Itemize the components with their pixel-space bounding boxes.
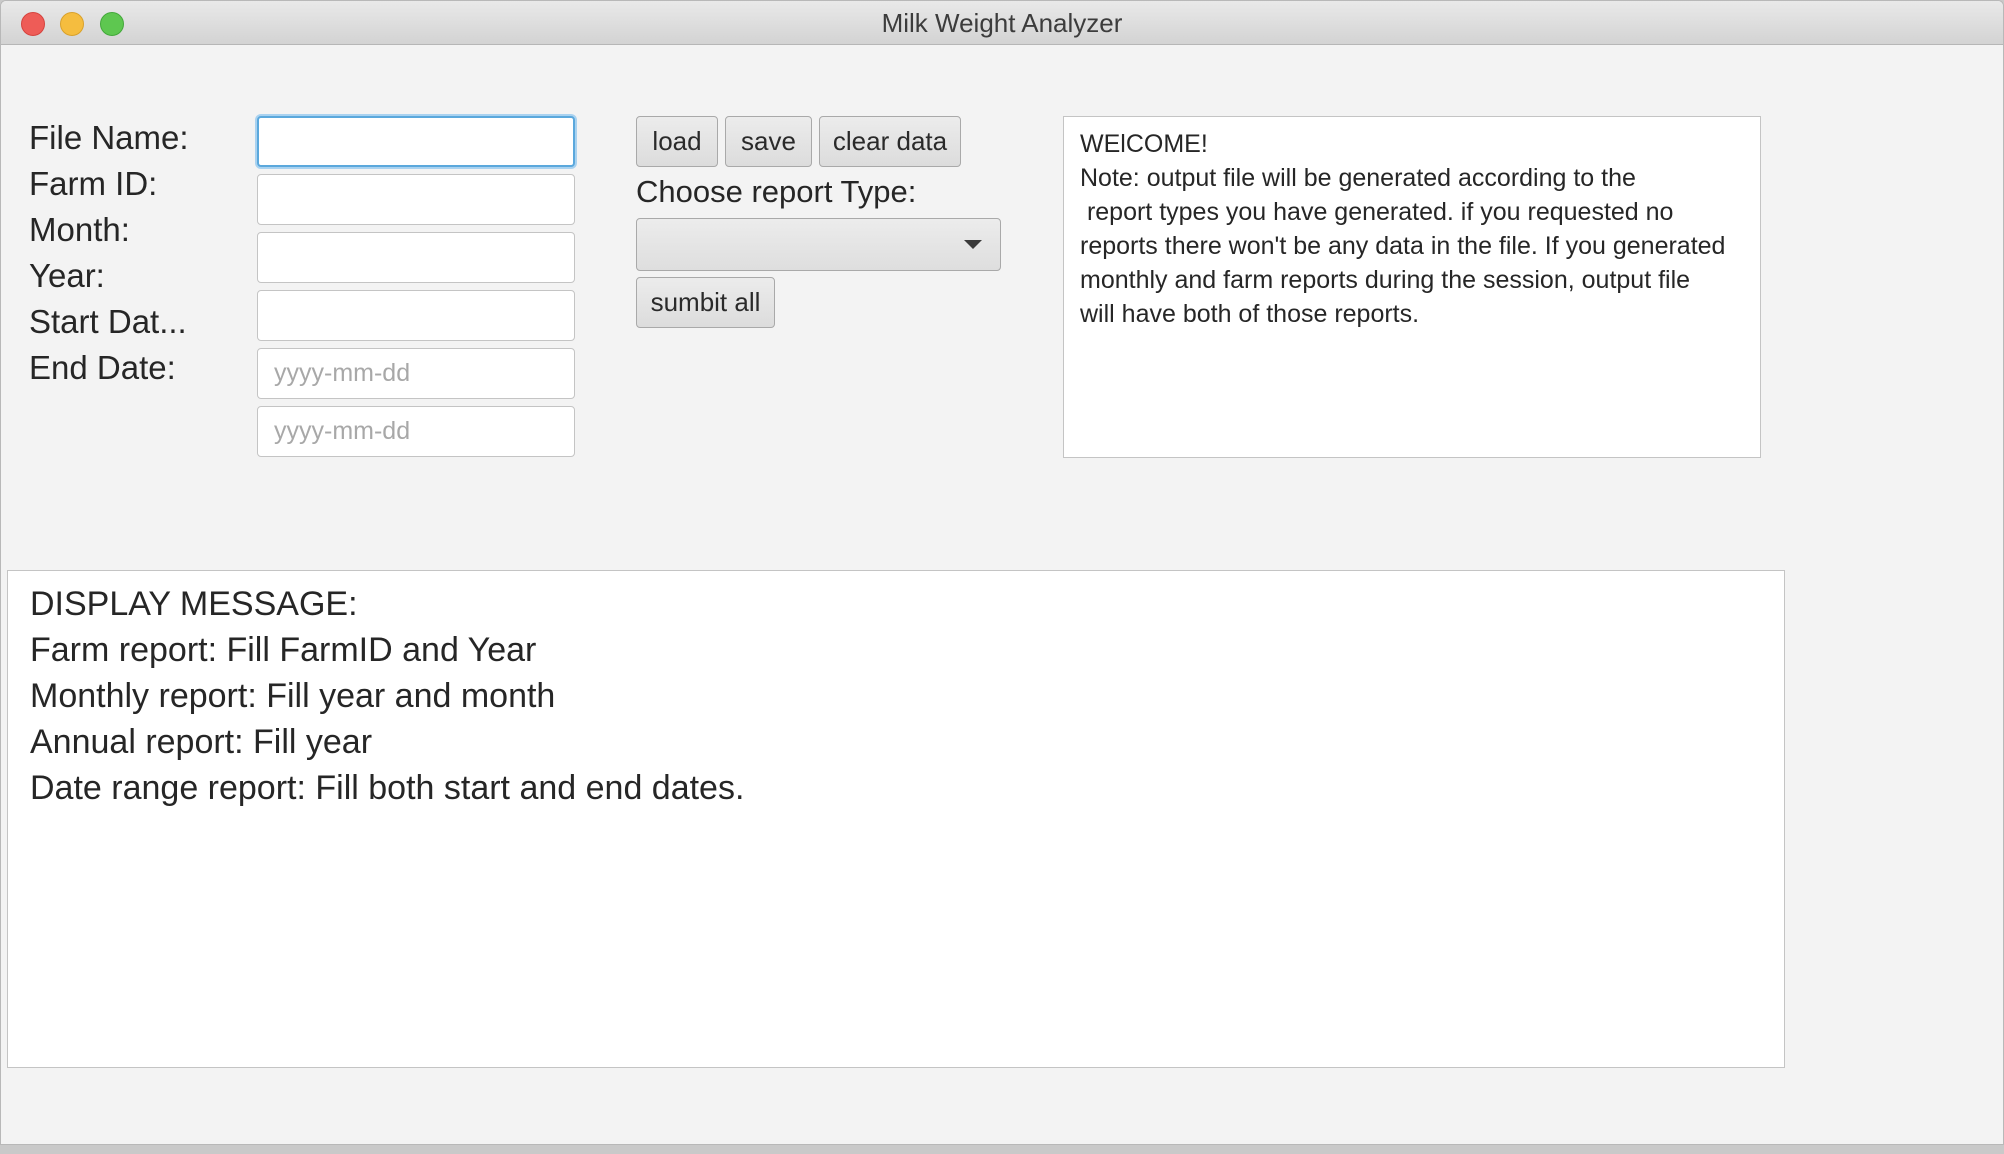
title-bar: Milk Weight Analyzer	[1, 1, 2003, 45]
submit-all-button[interactable]: sumbit all	[636, 277, 775, 328]
chevron-down-icon	[964, 240, 982, 249]
start-date-label: Start Dat...	[29, 303, 187, 340]
year-label: Year:	[29, 257, 105, 294]
end-date-input[interactable]	[257, 406, 575, 457]
report-type-dropdown[interactable]	[636, 218, 1001, 271]
display-line: DISPLAY MESSAGE:	[30, 585, 358, 623]
end-date-label: End Date:	[29, 349, 176, 386]
welcome-line: reports there won't be any data in the f…	[1080, 232, 1726, 260]
welcome-line: monthly and farm reports during the sess…	[1080, 266, 1691, 294]
app-window: Milk Weight Analyzer File Name: Farm ID:…	[0, 0, 2004, 1145]
welcome-line: WElCOME!	[1080, 130, 1208, 158]
display-message-area[interactable]: DISPLAY MESSAGE: Farm report: Fill FarmI…	[7, 570, 1785, 1068]
display-line: Monthly report: Fill year and month	[30, 677, 556, 715]
display-line: Date range report: Fill both start and e…	[30, 769, 745, 807]
save-button[interactable]: save	[725, 116, 812, 167]
display-line: Farm report: Fill FarmID and Year	[30, 631, 537, 669]
year-input[interactable]	[257, 290, 575, 341]
choose-report-type-label: Choose report Type:	[636, 174, 917, 209]
month-input[interactable]	[257, 232, 575, 283]
welcome-line: Note: output file will be generated acco…	[1080, 164, 1636, 192]
window-title: Milk Weight Analyzer	[881, 8, 1123, 38]
clear-data-button[interactable]: clear data	[819, 116, 961, 167]
welcome-line: will have both of those reports.	[1080, 300, 1420, 328]
welcome-text-area[interactable]: WElCOME! Note: output file will be gener…	[1063, 116, 1761, 458]
load-button[interactable]: load	[636, 116, 718, 167]
start-date-input[interactable]	[257, 348, 575, 399]
welcome-line: report types you have generated. if you …	[1080, 198, 1674, 226]
file-name-input[interactable]	[257, 116, 575, 167]
display-line: Annual report: Fill year	[30, 723, 373, 761]
month-label: Month:	[29, 211, 130, 248]
farm-id-label: Farm ID:	[29, 165, 158, 202]
farm-id-input[interactable]	[257, 174, 575, 225]
file-name-label: File Name:	[29, 119, 189, 156]
